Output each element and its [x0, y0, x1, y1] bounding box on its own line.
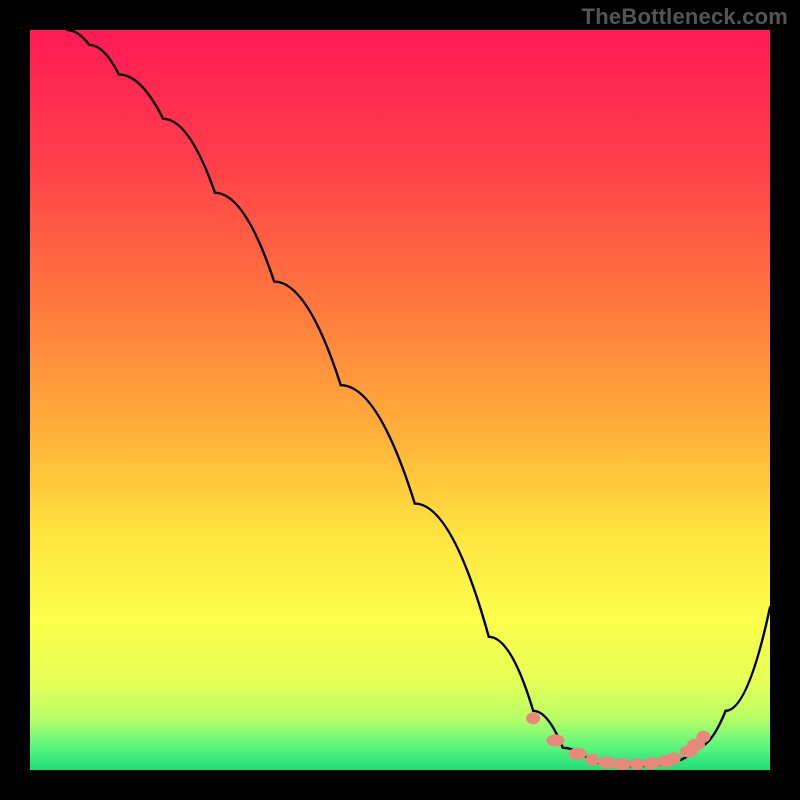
- marker-point: [643, 757, 661, 769]
- chart-container: TheBottleneck.com: [0, 0, 800, 800]
- marker-point: [613, 758, 631, 770]
- marker-point: [526, 712, 540, 724]
- highlight-markers: [526, 712, 710, 770]
- marker-point: [546, 734, 564, 746]
- plot-area: [30, 30, 770, 770]
- bottleneck-curve: [67, 30, 770, 766]
- marker-point: [667, 752, 681, 764]
- marker-point: [569, 748, 587, 760]
- marker-point: [585, 754, 599, 766]
- watermark-text: TheBottleneck.com: [582, 4, 788, 30]
- marker-point: [696, 731, 710, 743]
- marker-point: [630, 758, 644, 770]
- curve-layer: [30, 30, 770, 770]
